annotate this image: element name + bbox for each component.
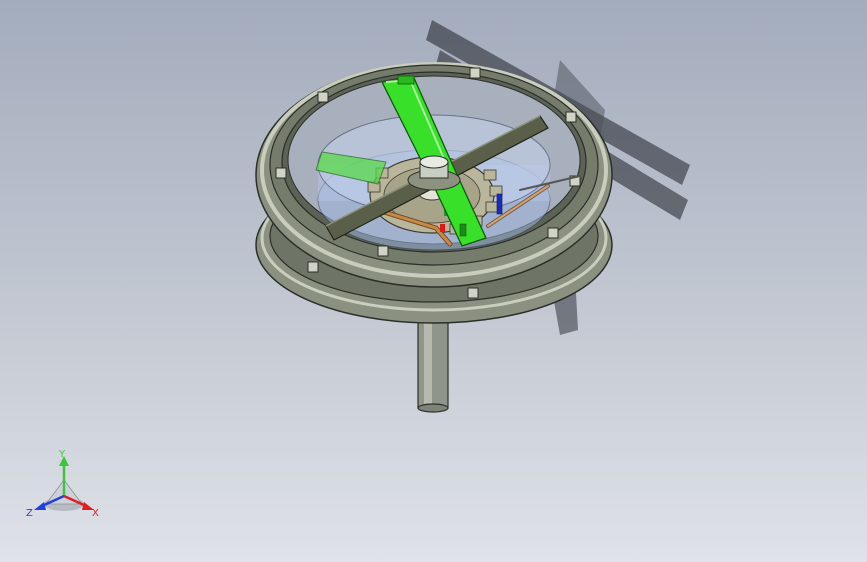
x-axis-label: X xyxy=(92,508,99,519)
graphics-viewport[interactable]: Y X Z xyxy=(0,0,867,562)
y-axis-label: Y xyxy=(58,449,66,460)
cad-model-scene[interactable] xyxy=(0,0,867,562)
z-axis-arrow xyxy=(34,502,46,510)
z-axis-label: Z xyxy=(26,508,33,519)
coordinate-triad: Y X Z xyxy=(26,449,99,519)
